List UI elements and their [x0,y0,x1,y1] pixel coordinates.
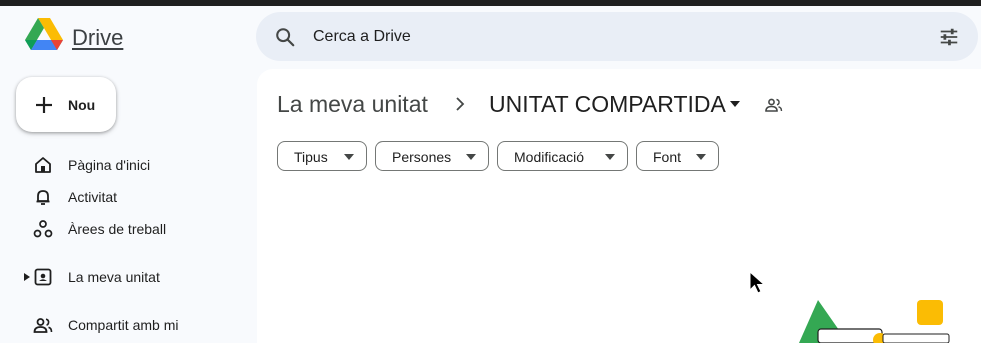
breadcrumb-root[interactable]: La meva unitat [277,91,428,118]
filter-chip-modified[interactable]: Modificació [497,141,628,171]
new-button-label: Nou [68,97,96,113]
people-icon [33,318,53,333]
workspaces-icon [33,220,53,238]
sidebar-item-shared-with-me[interactable]: Compartit amb mi [0,311,250,339]
bell-icon [36,190,50,205]
expand-caret-icon[interactable] [24,273,30,281]
shared-folder-icon [765,98,783,112]
brand-link[interactable]: Drive [72,25,123,51]
sidebar-item-label: Àrees de treball [68,221,167,237]
filter-chip-label: Modificació [514,149,585,165]
chevron-down-icon[interactable] [729,100,741,108]
sidebar-item-label: Compartit amb mi [68,317,179,333]
window-top-strip [0,0,981,6]
sidebar-item-workspaces[interactable]: Àrees de treball [0,215,250,243]
search-input[interactable]: Cerca a Drive [313,28,411,46]
filter-chip-label: Tipus [294,149,328,165]
chevron-right-icon [456,97,465,111]
home-icon [35,157,51,173]
breadcrumb-current[interactable]: UNITAT COMPARTIDA [489,91,726,118]
sidebar-item-home[interactable]: Pàgina d'inici [0,151,250,179]
filter-chip-source[interactable]: Font [636,141,719,171]
filter-chip-people[interactable]: Persones [375,141,489,171]
drive-logo-icon[interactable] [25,18,63,52]
new-button[interactable]: Nou [16,77,116,132]
sidebar-item-label: La meva unitat [68,269,160,285]
chevron-down-icon [605,154,615,160]
search-bar[interactable]: Cerca a Drive [256,12,978,61]
chevron-down-icon [344,154,354,160]
search-options-icon[interactable] [938,26,960,48]
empty-state-illustration [799,300,950,343]
filter-chip-label: Persones [392,149,452,165]
chevron-down-icon [696,154,706,160]
mouse-cursor-icon [749,271,766,294]
sidebar-item-label: Pàgina d'inici [68,157,151,173]
sidebar-item-activity[interactable]: Activitat [0,183,250,211]
search-icon[interactable] [274,26,296,48]
plus-icon [36,97,52,113]
filter-chip-type[interactable]: Tipus [277,141,367,171]
my-drive-icon [34,268,52,286]
sidebar-item-label: Activitat [68,189,118,205]
sidebar-item-my-drive[interactable]: La meva unitat [0,263,250,291]
chevron-down-icon [466,154,476,160]
filter-chip-label: Font [653,149,682,165]
